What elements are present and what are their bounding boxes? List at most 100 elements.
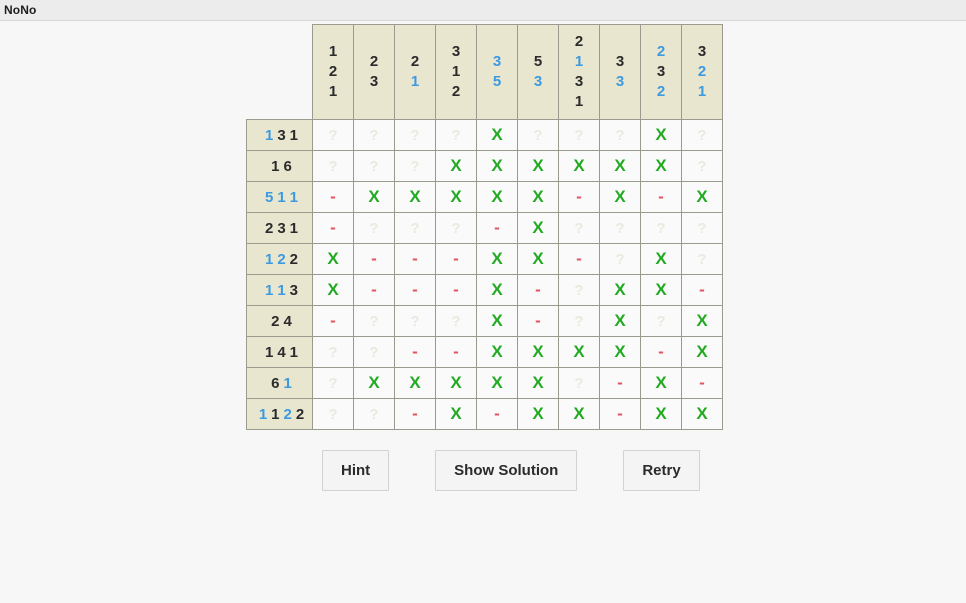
grid-cell-r2-c3[interactable]: ?	[394, 150, 436, 182]
grid-cell-r1-c8[interactable]: ?	[599, 119, 641, 151]
grid-cell-r7-c2[interactable]: ?	[353, 305, 395, 337]
grid-cell-r8-c3[interactable]: -	[394, 336, 436, 368]
grid-cell-r5-c2[interactable]: -	[353, 243, 395, 275]
grid-cell-r1-c7[interactable]: ?	[558, 119, 600, 151]
grid-cell-r2-c10[interactable]: ?	[681, 150, 723, 182]
grid-cell-r10-c8[interactable]: -	[599, 398, 641, 430]
grid-cell-r8-c2[interactable]: ?	[353, 336, 395, 368]
grid-cell-r8-c10[interactable]: X	[681, 336, 723, 368]
grid-cell-r3-c4[interactable]: X	[435, 181, 477, 213]
grid-cell-r1-c3[interactable]: ?	[394, 119, 436, 151]
grid-cell-r5-c1[interactable]: X	[312, 243, 354, 275]
grid-cell-r6-c9[interactable]: X	[640, 274, 682, 306]
grid-cell-r1-c4[interactable]: ?	[435, 119, 477, 151]
grid-cell-r2-c1[interactable]: ?	[312, 150, 354, 182]
grid-cell-r5-c8[interactable]: ?	[599, 243, 641, 275]
grid-cell-r9-c9[interactable]: X	[640, 367, 682, 399]
grid-cell-r3-c6[interactable]: X	[517, 181, 559, 213]
grid-cell-r9-c3[interactable]: X	[394, 367, 436, 399]
grid-cell-r1-c1[interactable]: ?	[312, 119, 354, 151]
grid-cell-r5-c5[interactable]: X	[476, 243, 518, 275]
grid-cell-r2-c6[interactable]: X	[517, 150, 559, 182]
grid-cell-r2-c5[interactable]: X	[476, 150, 518, 182]
grid-cell-r6-c7[interactable]: ?	[558, 274, 600, 306]
grid-cell-r4-c2[interactable]: ?	[353, 212, 395, 244]
grid-cell-r7-c10[interactable]: X	[681, 305, 723, 337]
grid-cell-r10-c5[interactable]: -	[476, 398, 518, 430]
grid-cell-r8-c9[interactable]: -	[640, 336, 682, 368]
grid-cell-r2-c2[interactable]: ?	[353, 150, 395, 182]
grid-cell-r6-c6[interactable]: -	[517, 274, 559, 306]
grid-cell-r3-c9[interactable]: -	[640, 181, 682, 213]
grid-cell-r1-c9[interactable]: X	[640, 119, 682, 151]
grid-cell-r4-c7[interactable]: ?	[558, 212, 600, 244]
grid-cell-r4-c9[interactable]: ?	[640, 212, 682, 244]
grid-cell-r4-c6[interactable]: X	[517, 212, 559, 244]
grid-cell-r6-c3[interactable]: -	[394, 274, 436, 306]
grid-cell-r8-c8[interactable]: X	[599, 336, 641, 368]
grid-cell-r5-c9[interactable]: X	[640, 243, 682, 275]
grid-cell-r10-c10[interactable]: X	[681, 398, 723, 430]
grid-cell-r3-c7[interactable]: -	[558, 181, 600, 213]
grid-cell-r1-c6[interactable]: ?	[517, 119, 559, 151]
grid-cell-r10-c2[interactable]: ?	[353, 398, 395, 430]
grid-cell-r5-c7[interactable]: -	[558, 243, 600, 275]
grid-cell-r9-c1[interactable]: ?	[312, 367, 354, 399]
grid-cell-r9-c7[interactable]: ?	[558, 367, 600, 399]
grid-cell-r3-c5[interactable]: X	[476, 181, 518, 213]
grid-cell-r4-c1[interactable]: -	[312, 212, 354, 244]
grid-cell-r9-c5[interactable]: X	[476, 367, 518, 399]
grid-cell-r8-c4[interactable]: -	[435, 336, 477, 368]
grid-cell-r1-c5[interactable]: X	[476, 119, 518, 151]
grid-cell-r10-c1[interactable]: ?	[312, 398, 354, 430]
grid-cell-r8-c6[interactable]: X	[517, 336, 559, 368]
grid-cell-r9-c10[interactable]: -	[681, 367, 723, 399]
grid-cell-r7-c8[interactable]: X	[599, 305, 641, 337]
grid-cell-r9-c6[interactable]: X	[517, 367, 559, 399]
grid-cell-r6-c2[interactable]: -	[353, 274, 395, 306]
grid-cell-r5-c6[interactable]: X	[517, 243, 559, 275]
grid-cell-r4-c8[interactable]: ?	[599, 212, 641, 244]
grid-cell-r3-c3[interactable]: X	[394, 181, 436, 213]
hint-button[interactable]: Hint	[322, 450, 390, 491]
grid-cell-r5-c10[interactable]: ?	[681, 243, 723, 275]
show-solution-button[interactable]: Show Solution	[435, 450, 578, 491]
grid-cell-r10-c7[interactable]: X	[558, 398, 600, 430]
grid-cell-r2-c4[interactable]: X	[435, 150, 477, 182]
grid-cell-r10-c4[interactable]: X	[435, 398, 477, 430]
grid-cell-r8-c5[interactable]: X	[476, 336, 518, 368]
grid-cell-r6-c5[interactable]: X	[476, 274, 518, 306]
grid-cell-r7-c3[interactable]: ?	[394, 305, 436, 337]
grid-cell-r4-c5[interactable]: -	[476, 212, 518, 244]
grid-cell-r4-c10[interactable]: ?	[681, 212, 723, 244]
grid-cell-r7-c5[interactable]: X	[476, 305, 518, 337]
grid-cell-r3-c10[interactable]: X	[681, 181, 723, 213]
grid-cell-r8-c1[interactable]: ?	[312, 336, 354, 368]
grid-cell-r9-c4[interactable]: X	[435, 367, 477, 399]
grid-cell-r10-c9[interactable]: X	[640, 398, 682, 430]
grid-cell-r3-c8[interactable]: X	[599, 181, 641, 213]
grid-cell-r7-c1[interactable]: -	[312, 305, 354, 337]
grid-cell-r7-c6[interactable]: -	[517, 305, 559, 337]
grid-cell-r7-c7[interactable]: ?	[558, 305, 600, 337]
grid-cell-r2-c9[interactable]: X	[640, 150, 682, 182]
grid-cell-r6-c8[interactable]: X	[599, 274, 641, 306]
grid-cell-r6-c10[interactable]: -	[681, 274, 723, 306]
grid-cell-r3-c1[interactable]: -	[312, 181, 354, 213]
grid-cell-r6-c4[interactable]: -	[435, 274, 477, 306]
grid-cell-r7-c4[interactable]: ?	[435, 305, 477, 337]
grid-cell-r9-c8[interactable]: -	[599, 367, 641, 399]
grid-cell-r2-c8[interactable]: X	[599, 150, 641, 182]
grid-cell-r5-c3[interactable]: -	[394, 243, 436, 275]
retry-button[interactable]: Retry	[623, 450, 700, 491]
grid-cell-r7-c9[interactable]: ?	[640, 305, 682, 337]
grid-cell-r6-c1[interactable]: X	[312, 274, 354, 306]
grid-cell-r5-c4[interactable]: -	[435, 243, 477, 275]
grid-cell-r4-c3[interactable]: ?	[394, 212, 436, 244]
grid-cell-r9-c2[interactable]: X	[353, 367, 395, 399]
grid-cell-r10-c6[interactable]: X	[517, 398, 559, 430]
grid-cell-r2-c7[interactable]: X	[558, 150, 600, 182]
grid-cell-r3-c2[interactable]: X	[353, 181, 395, 213]
grid-cell-r10-c3[interactable]: -	[394, 398, 436, 430]
grid-cell-r4-c4[interactable]: ?	[435, 212, 477, 244]
